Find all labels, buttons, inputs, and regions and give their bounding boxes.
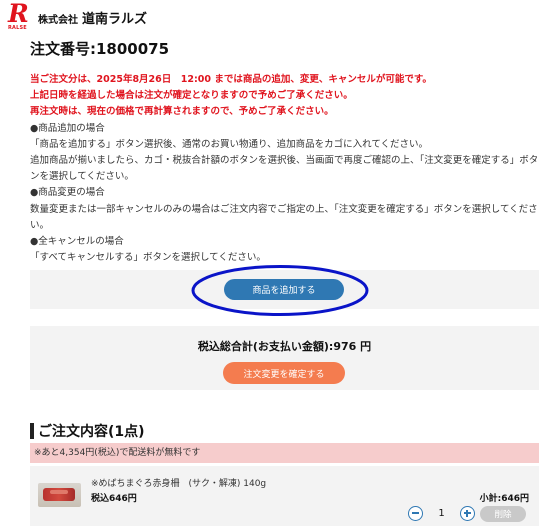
product-subtotal: 小計:646円	[479, 494, 529, 504]
logo-letter: R	[8, 0, 29, 28]
free-shipping-note: ※あと4,354円(税込)で配送料が無料です	[30, 443, 539, 463]
recalc-warning: 再注文時は、現在の価格で再計算されますので、予めご了承ください。	[30, 106, 334, 118]
order-contents-heading: ご注文内容(1点)	[30, 422, 145, 440]
add-instruction-1: 「商品を追加する」ボタン選択後、通常のお買い物通り、追加商品をカゴに入れてくださ…	[30, 138, 429, 150]
add-product-panel: 商品を追加する	[30, 270, 539, 309]
quantity-stepper: 1	[408, 505, 475, 522]
add-product-button[interactable]: 商品を追加する	[224, 279, 344, 300]
cancel-heading: ●全キャンセルの場合	[30, 236, 124, 248]
product-price: 税込646円	[91, 494, 137, 504]
order-number-title: 注文番号:1800075	[30, 40, 170, 58]
company-name-block: 株式会社 道南ラルズ	[38, 8, 147, 27]
site-header: R RALSE 株式会社 道南ラルズ	[8, 0, 147, 31]
add-heading: ●商品追加の場合	[30, 122, 105, 134]
delete-button[interactable]: 削除	[480, 506, 526, 522]
company-logo[interactable]: R RALSE	[8, 0, 32, 31]
plus-icon[interactable]	[460, 506, 475, 521]
cancel-instruction: 「すべてキャンセルする」ボタンを選択してください。	[30, 252, 266, 264]
quantity-value: 1	[438, 508, 445, 519]
minus-icon[interactable]	[408, 506, 423, 521]
order-notice: 当ご注文分は、2025年8月26日 12:00 までは商品の追加、変更、キャンセ…	[30, 72, 540, 266]
total-panel: 税込総合計(お支払い金額):976 円 注文変更を確定する	[30, 326, 539, 390]
company-prefix: 株式会社	[38, 14, 78, 26]
deadline-warning: 上記日時を経過した場合は注文が確定となりますので予めご了承ください。	[30, 90, 353, 102]
product-image[interactable]	[38, 483, 81, 507]
logo-subtext: RALSE	[8, 25, 27, 31]
company-name: 道南ラルズ	[82, 11, 148, 27]
heading-bar	[30, 423, 34, 439]
product-name[interactable]: ※めばちまぐろ赤身柵 (サク・解凍) 140g	[91, 476, 266, 489]
grand-total: 税込総合計(お支払い金額):976 円	[197, 340, 372, 353]
add-instruction-2: 追加商品が揃いましたら、カゴ・税抜合計額のボタンを選択後、当画面で再度ご確認の上…	[30, 155, 539, 183]
deadline-notice: 当ご注文分は、2025年8月26日 12:00 までは商品の追加、変更、キャンセ…	[30, 74, 432, 85]
order-item-row: ※めばちまぐろ赤身柵 (サク・解凍) 140g 税込646円 小計:646円 1…	[30, 466, 539, 526]
order-contents-title: ご注文内容(1点)	[38, 424, 145, 440]
change-instruction: 数量変更または一部キャンセルのみの場合はご注文内容でご指定の上、「注文変更を確定…	[30, 203, 538, 231]
tuna-highlight-shape	[50, 490, 68, 494]
change-heading: ●商品変更の場合	[30, 187, 105, 199]
confirm-change-button[interactable]: 注文変更を確定する	[223, 362, 345, 384]
